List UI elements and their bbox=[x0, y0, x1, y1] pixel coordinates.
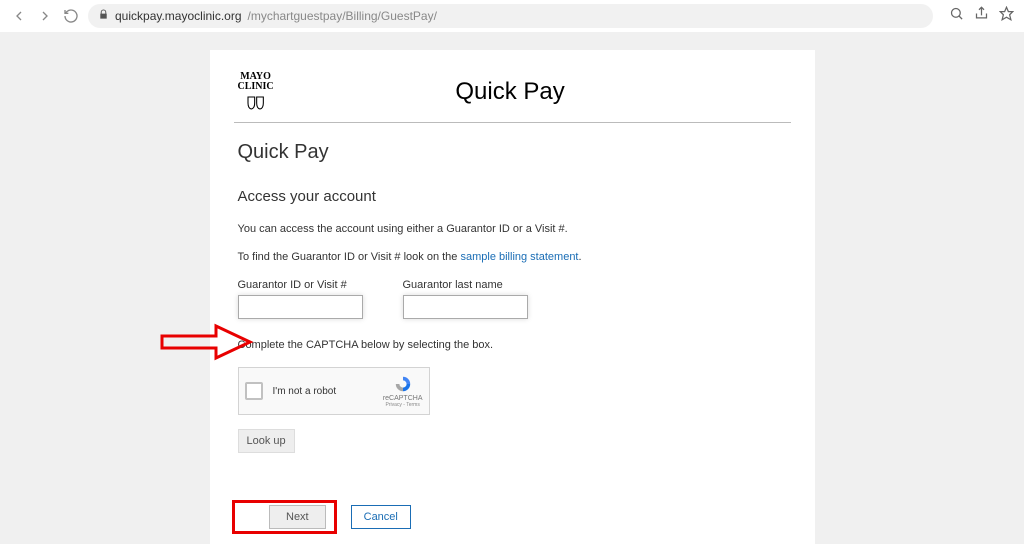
section-subheading: Access your account bbox=[238, 188, 787, 205]
back-button[interactable] bbox=[10, 7, 28, 25]
section-heading: Quick Pay bbox=[238, 141, 787, 164]
guarantor-lastname-field: Guarantor last name bbox=[403, 279, 528, 319]
cancel-button[interactable]: Cancel bbox=[351, 505, 411, 529]
inputs-row: Guarantor ID or Visit # Guarantor last n… bbox=[238, 279, 787, 319]
find-text: To find the Guarantor ID or Visit # look… bbox=[238, 251, 787, 263]
share-icon[interactable] bbox=[974, 6, 989, 26]
page-header: MAYO CLINIC Quick Pay bbox=[238, 72, 787, 112]
guarantor-id-input[interactable] bbox=[238, 295, 363, 319]
annotation-highlight-box: Next bbox=[232, 500, 337, 534]
url-host: quickpay.mayoclinic.org bbox=[115, 9, 242, 23]
star-icon[interactable] bbox=[999, 6, 1014, 26]
bottom-buttons: Next Cancel bbox=[232, 500, 411, 534]
forward-button[interactable] bbox=[36, 7, 54, 25]
reload-button[interactable] bbox=[62, 7, 80, 25]
captcha-instruction: Complete the CAPTCHA below by selecting … bbox=[238, 339, 787, 351]
guarantor-lastname-label: Guarantor last name bbox=[403, 279, 528, 291]
page-background: MAYO CLINIC Quick Pay Quick Pay Access y… bbox=[0, 32, 1024, 544]
address-bar[interactable]: quickpay.mayoclinic.org/mychartguestpay/… bbox=[88, 4, 933, 28]
content-card: MAYO CLINIC Quick Pay Quick Pay Access y… bbox=[210, 50, 815, 544]
intro-text: You can access the account using either … bbox=[238, 223, 787, 235]
guarantor-id-field: Guarantor ID or Visit # bbox=[238, 279, 363, 319]
sample-statement-link[interactable]: sample billing statement bbox=[460, 251, 578, 263]
lookup-button[interactable]: Look up bbox=[238, 429, 295, 453]
recaptcha-branding: reCAPTCHA Privacy - Terms bbox=[383, 375, 423, 408]
find-suffix: . bbox=[579, 251, 582, 263]
browser-action-icons bbox=[949, 6, 1014, 26]
guarantor-lastname-input[interactable] bbox=[403, 295, 528, 319]
recaptcha-icon bbox=[383, 375, 423, 395]
page-title: Quick Pay bbox=[234, 78, 787, 106]
find-prefix: To find the Guarantor ID or Visit # look… bbox=[238, 251, 461, 263]
divider bbox=[234, 122, 791, 123]
recaptcha-checkbox[interactable] bbox=[245, 382, 263, 400]
guarantor-id-label: Guarantor ID or Visit # bbox=[238, 279, 363, 291]
zoom-icon[interactable] bbox=[949, 6, 964, 26]
browser-toolbar: quickpay.mayoclinic.org/mychartguestpay/… bbox=[0, 0, 1024, 32]
recaptcha-label: I'm not a robot bbox=[273, 386, 383, 397]
lock-icon bbox=[98, 9, 109, 23]
next-button[interactable]: Next bbox=[269, 505, 326, 529]
recaptcha-brand-text: reCAPTCHA bbox=[383, 395, 423, 402]
recaptcha-legal-text: Privacy - Terms bbox=[383, 402, 423, 408]
recaptcha-widget[interactable]: I'm not a robot reCAPTCHA Privacy - Term… bbox=[238, 367, 430, 415]
url-path: /mychartguestpay/Billing/GuestPay/ bbox=[248, 9, 437, 23]
